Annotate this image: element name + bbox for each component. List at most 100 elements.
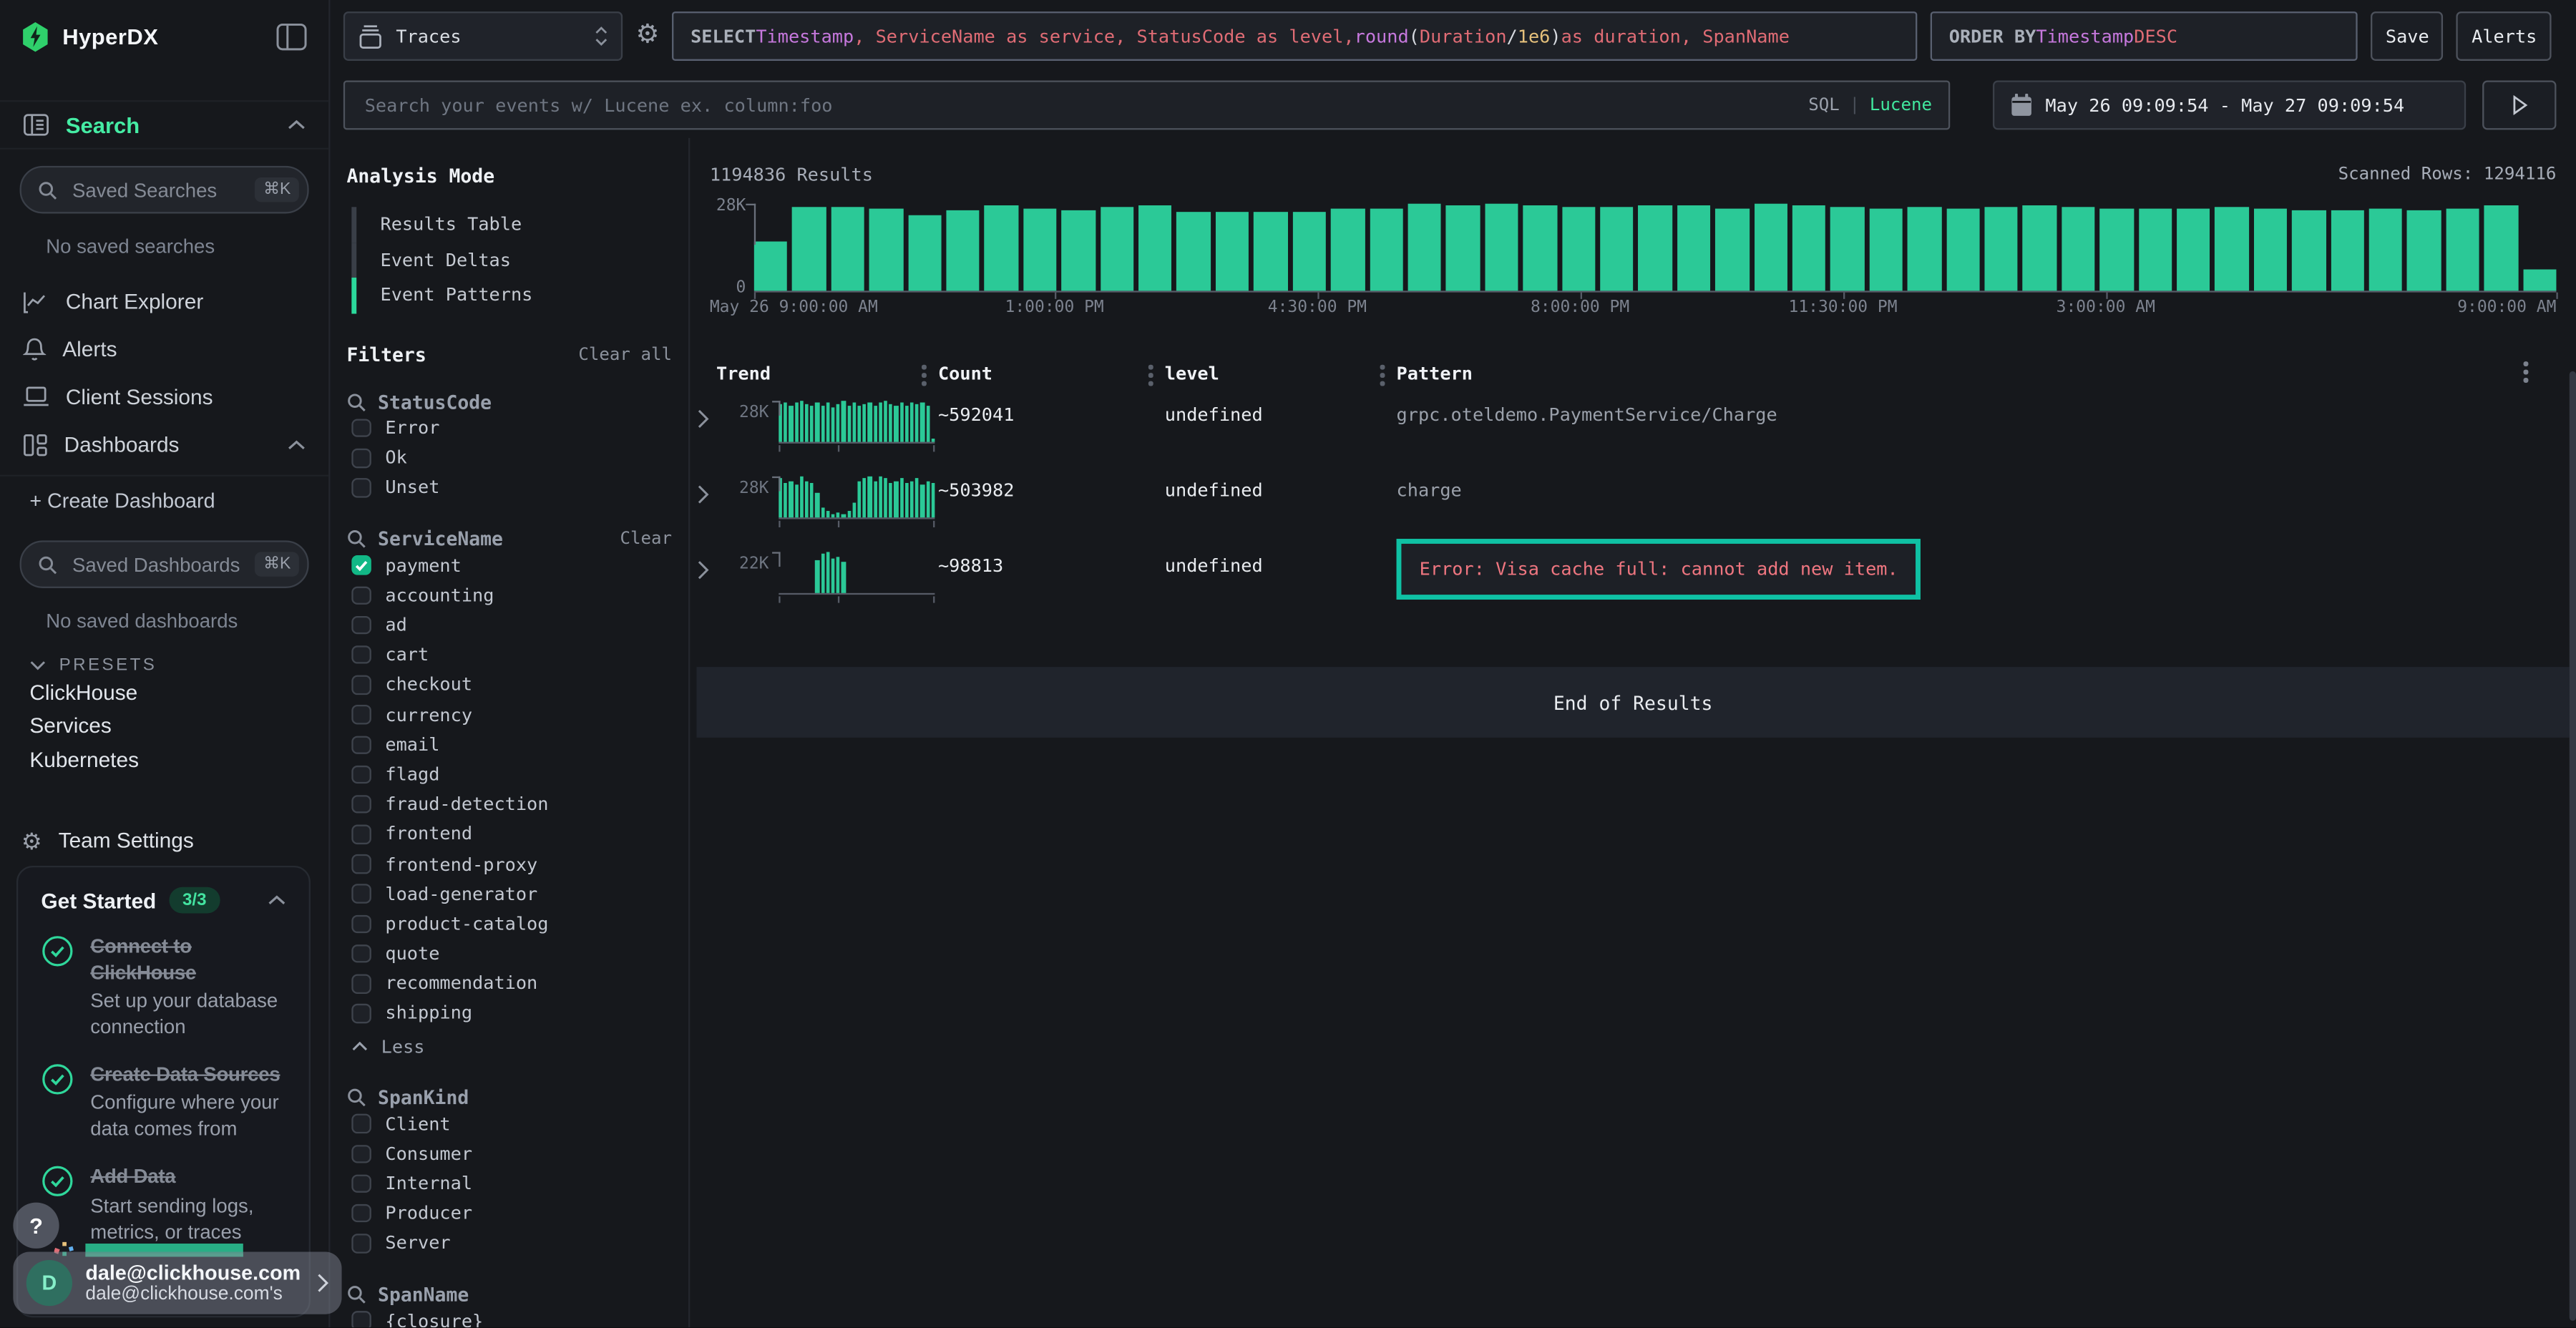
get-started-item-connect-to-clickhouse[interactable]: Connect to ClickHouseSet up your databas… — [41, 934, 286, 1041]
filter-option-email[interactable]: email — [346, 730, 672, 760]
checkbox[interactable] — [351, 479, 370, 497]
column-header-count[interactable]: Count — [938, 363, 1165, 384]
filter-option-cart[interactable]: cart — [346, 640, 672, 670]
filter-option-ok[interactable]: Ok — [346, 443, 672, 473]
clear-all-filters-button[interactable]: Clear all — [578, 344, 672, 364]
checkbox[interactable] — [351, 556, 370, 575]
saved-dashboards-field[interactable] — [69, 551, 243, 577]
checkbox[interactable] — [351, 1234, 370, 1253]
checkbox[interactable] — [351, 795, 370, 814]
checkbox[interactable] — [351, 419, 370, 437]
filter-option-shipping[interactable]: shipping — [346, 999, 672, 1029]
column-separator-icon[interactable] — [922, 365, 927, 389]
sidebar-item-client-sessions[interactable]: Client Sessions — [0, 373, 328, 421]
row-expand-chevron-icon[interactable] — [696, 552, 733, 644]
get-started-item-add-data[interactable]: Add DataStart sending logs, metrics, or … — [41, 1165, 286, 1246]
checkbox[interactable] — [351, 825, 370, 844]
sidebar-item-alerts[interactable]: Alerts — [0, 326, 328, 374]
filter-option-producer[interactable]: Producer — [346, 1198, 672, 1229]
checkbox[interactable] — [351, 914, 370, 933]
sidebar-item-search[interactable]: Search — [0, 100, 328, 150]
filter-option-client[interactable]: Client — [346, 1109, 672, 1139]
checkbox[interactable] — [351, 855, 370, 874]
sidebar-item-team-settings[interactable]: ⚙ Team Settings — [0, 816, 328, 865]
chevron-up-icon[interactable] — [268, 895, 286, 905]
checkbox[interactable] — [351, 1115, 370, 1133]
language-toggle-sql[interactable]: SQL — [1808, 95, 1840, 115]
checkbox[interactable] — [351, 735, 370, 753]
filter-option-currency[interactable]: currency — [346, 700, 672, 730]
checkbox[interactable] — [351, 1004, 370, 1022]
create-dashboard-button[interactable]: + Create Dashboard — [0, 477, 328, 524]
filter-option-load-generator[interactable]: load-generator — [346, 879, 672, 909]
filter-option-payment[interactable]: payment — [346, 550, 672, 580]
checkbox[interactable] — [351, 645, 370, 664]
table-row[interactable]: 28K~503982undefinedcharge — [696, 477, 2556, 532]
checkbox[interactable] — [351, 944, 370, 963]
filter-option-flagd[interactable]: flagd — [346, 760, 672, 790]
checkbox[interactable] — [351, 1312, 370, 1327]
source-select[interactable]: Traces — [343, 11, 623, 61]
filter-option-consumer[interactable]: Consumer — [346, 1139, 672, 1169]
checkbox[interactable] — [351, 586, 370, 605]
filter-option-frontend-proxy[interactable]: frontend-proxy — [346, 849, 672, 879]
checkbox[interactable] — [351, 675, 370, 694]
filter-option-product-catalog[interactable]: product-catalog — [346, 909, 672, 939]
checkbox[interactable] — [351, 615, 370, 634]
analysis-mode-event-deltas[interactable]: Event Deltas — [351, 243, 672, 278]
alerts-button[interactable]: Alerts — [2457, 11, 2552, 61]
preset-link-kubernetes[interactable]: Kubernetes — [0, 743, 328, 776]
filter-option-quote[interactable]: quote — [346, 939, 672, 969]
checkbox[interactable] — [351, 884, 370, 903]
date-range-picker[interactable]: May 26 09:09:54 - May 27 09:09:54 — [1993, 81, 2466, 130]
sql-orderby-editor[interactable]: ORDER BY Timestamp DESC — [1931, 11, 2358, 61]
sidebar-collapse-icon[interactable] — [276, 22, 308, 50]
column-separator-icon[interactable] — [1380, 365, 1385, 389]
run-query-button[interactable] — [2482, 81, 2556, 130]
filter-option-error[interactable]: Error — [346, 413, 672, 443]
analysis-mode-event-patterns[interactable]: Event Patterns — [351, 278, 672, 313]
checkbox[interactable] — [351, 765, 370, 783]
filter-option-server[interactable]: Server — [346, 1229, 672, 1259]
checkbox[interactable] — [351, 706, 370, 724]
checkbox[interactable] — [351, 449, 370, 467]
preset-link-services[interactable]: Services — [0, 709, 328, 743]
saved-searches-input[interactable]: ⌘K — [20, 166, 309, 214]
results-histogram[interactable]: 28K 0 May 26 9:00:00 AM1:00:00 PM4:30:00… — [696, 200, 2556, 316]
search-icon[interactable] — [346, 1284, 366, 1304]
filter-option-ad[interactable]: ad — [346, 610, 672, 640]
column-separator-icon[interactable] — [1148, 365, 1153, 389]
event-search-input[interactable]: SQL | Lucene — [343, 81, 1950, 130]
filter-option-frontend[interactable]: frontend — [346, 819, 672, 849]
language-toggle-lucene[interactable]: Lucene — [1870, 95, 1932, 115]
table-row[interactable]: 22K~98813undefinedError: Visa cache full… — [696, 552, 2556, 644]
checkbox[interactable] — [351, 1174, 370, 1193]
event-search-field[interactable] — [361, 93, 1808, 117]
checkbox[interactable] — [351, 1144, 370, 1163]
chevron-up-icon[interactable] — [288, 120, 306, 130]
search-icon[interactable] — [346, 392, 366, 412]
column-header-pattern[interactable]: Pattern — [1397, 363, 2524, 384]
checkbox[interactable] — [351, 975, 370, 993]
filter-option-checkout[interactable]: checkout — [346, 670, 672, 700]
filter-option-accounting[interactable]: accounting — [346, 580, 672, 610]
table-menu-icon[interactable] — [2524, 361, 2557, 382]
preset-link-clickhouse[interactable]: ClickHouse — [0, 675, 328, 709]
checkbox[interactable] — [351, 1204, 370, 1223]
column-header-level[interactable]: level — [1165, 363, 1397, 384]
sql-select-editor[interactable]: SELECT Timestamp, ServiceName as service… — [673, 11, 1918, 61]
scrollbar[interactable] — [2570, 371, 2576, 1321]
row-expand-chevron-icon[interactable] — [696, 477, 733, 532]
get-started-item-create-data-sources[interactable]: Create Data SourcesConfigure where your … — [41, 1063, 286, 1143]
filter-option-closure[interactable]: {closure} — [346, 1306, 672, 1327]
source-settings-gear-icon[interactable]: ⚙ — [636, 23, 660, 49]
show-less-button[interactable]: Less — [346, 1032, 672, 1061]
chevron-up-icon[interactable] — [288, 439, 306, 449]
save-button[interactable]: Save — [2371, 11, 2444, 61]
filter-option-recommendation[interactable]: recommendation — [346, 969, 672, 999]
help-button[interactable]: ? — [13, 1203, 59, 1249]
presets-toggle[interactable]: PRESETS — [0, 655, 328, 675]
filter-option-internal[interactable]: Internal — [346, 1168, 672, 1198]
sidebar-item-chart-explorer[interactable]: Chart Explorer — [0, 278, 328, 326]
filter-option-unset[interactable]: Unset — [346, 473, 672, 503]
